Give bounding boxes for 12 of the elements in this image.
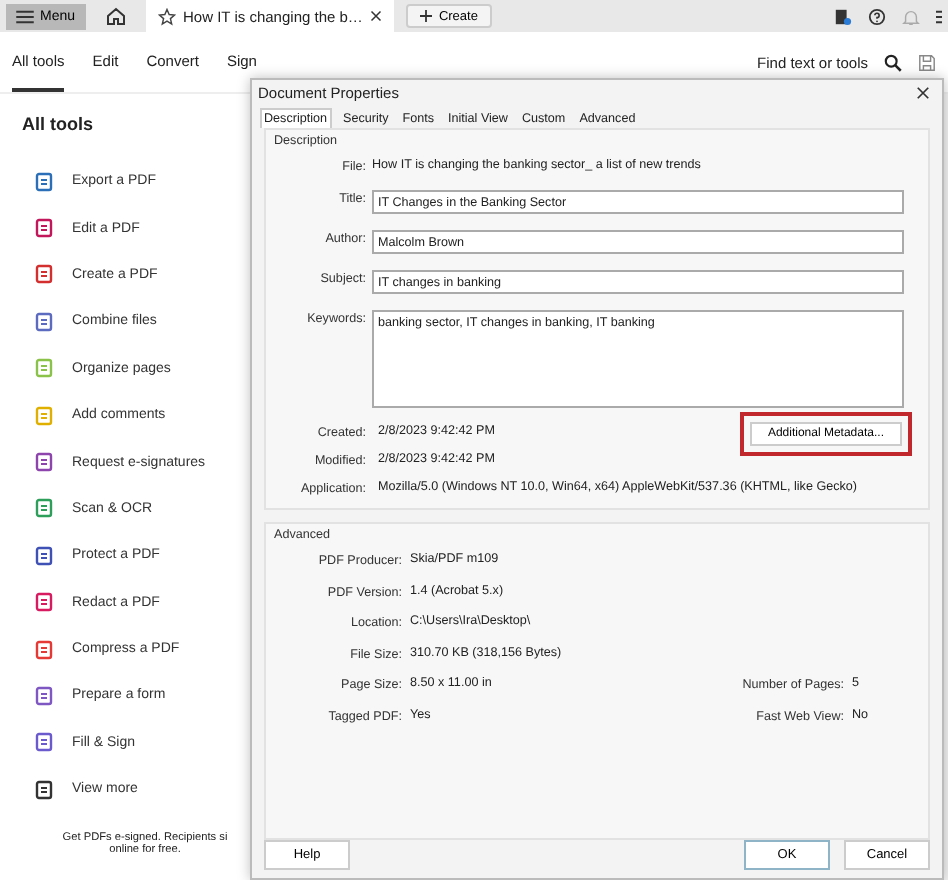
sidebar-heading: All tools xyxy=(22,114,95,134)
home-icon[interactable] xyxy=(105,6,126,26)
close-icon[interactable] xyxy=(916,86,930,101)
star-icon xyxy=(157,7,176,25)
more-icon[interactable] xyxy=(936,7,942,25)
document-icon[interactable] xyxy=(834,7,852,25)
close-icon[interactable] xyxy=(370,10,383,22)
search-icon[interactable] xyxy=(884,53,902,71)
menu-icon xyxy=(16,9,34,23)
save-icon[interactable] xyxy=(918,53,936,71)
plus-icon xyxy=(420,10,433,22)
help-icon[interactable] xyxy=(868,7,886,25)
